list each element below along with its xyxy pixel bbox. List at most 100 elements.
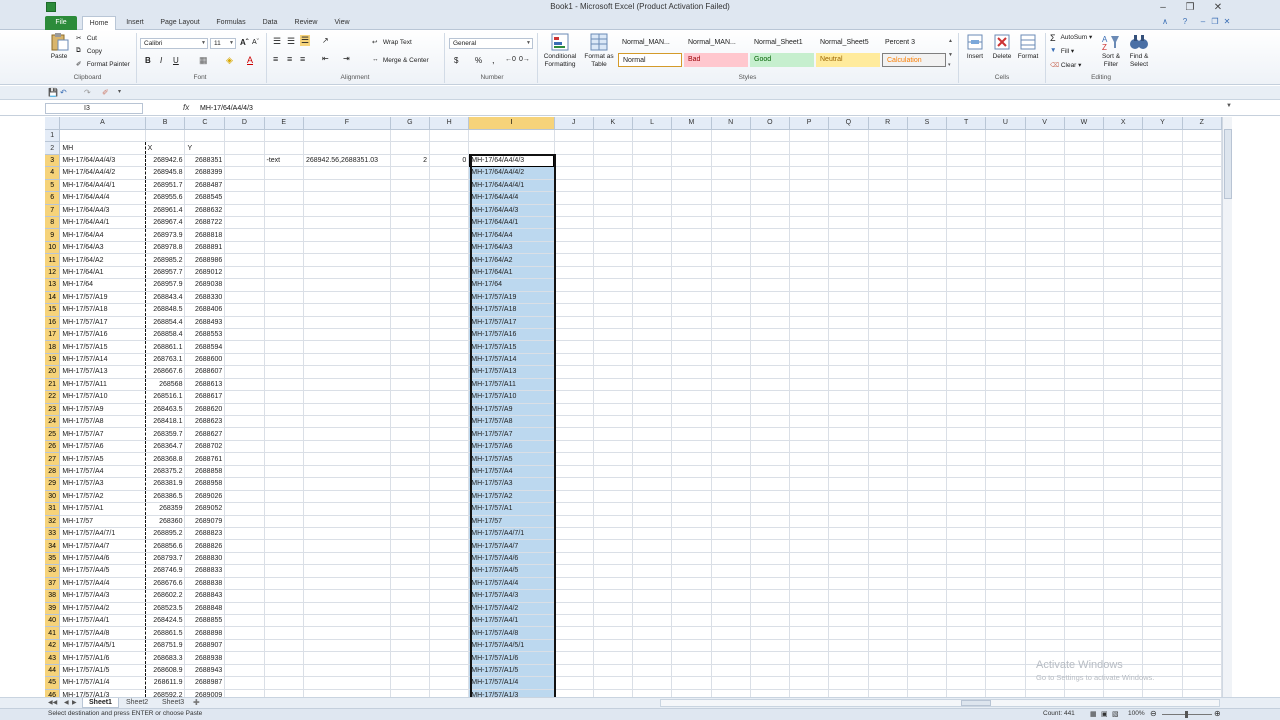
cell-e40[interactable] [264,614,304,628]
cell-p13[interactable] [789,278,830,292]
cell-h35[interactable] [429,552,470,566]
cell-l35[interactable] [632,552,673,566]
cell-k25[interactable] [593,427,634,441]
cell-f26[interactable] [303,440,391,454]
cell-j36[interactable] [554,564,594,578]
cell-m13[interactable] [671,278,712,292]
cell-k13[interactable] [593,278,634,292]
cell-m42[interactable] [671,639,712,653]
cell-u35[interactable] [985,552,1026,566]
cell-s19[interactable] [907,353,948,367]
cell-a27[interactable]: MH-17/57/A5 [59,452,146,466]
cell-x14[interactable] [1103,291,1144,305]
cell-t30[interactable] [946,490,987,504]
column-header-s[interactable]: S [907,117,948,130]
cell-n10[interactable] [711,241,751,255]
cell-r7[interactable] [868,204,908,218]
column-header-y[interactable]: Y [1142,117,1183,130]
cell-j18[interactable] [554,340,594,354]
cell-z12[interactable] [1182,266,1222,280]
row-header[interactable]: 28 [45,465,61,479]
cell-m44[interactable] [671,664,712,678]
cell-a8[interactable]: MH-17/64/A4/1 [59,216,146,230]
cell-f25[interactable] [303,427,391,441]
paste-button[interactable]: Paste [47,33,71,61]
cell-v24[interactable] [1025,415,1065,429]
wrap-text-button[interactable]: ↩ Wrap Text [372,38,412,47]
cell-n16[interactable] [711,316,751,329]
cell-t43[interactable] [946,651,987,665]
cell-t4[interactable] [946,166,987,180]
cell-n28[interactable] [711,465,751,479]
tab-home[interactable]: Home [82,16,116,31]
cell-k36[interactable] [593,564,634,578]
cell-o35[interactable] [750,552,791,566]
cell-x40[interactable] [1103,614,1144,628]
cell-a32[interactable]: MH-17/57 [59,515,146,528]
cell-t7[interactable] [946,204,987,218]
cell-r45[interactable] [868,676,908,690]
cell-t34[interactable] [946,539,987,553]
cell-m5[interactable] [671,179,712,193]
redo-icon[interactable]: ↷ [84,88,91,97]
cell-o27[interactable] [750,452,791,466]
format-painter-button[interactable]: ✐ Format Painter [76,60,130,69]
cell-o18[interactable] [750,340,791,354]
column-header-b[interactable]: B [145,117,186,130]
cell-r31[interactable] [868,502,908,516]
cell-f37[interactable] [303,577,391,591]
row-header[interactable]: 10 [45,241,61,255]
cell-q36[interactable] [828,564,869,578]
cell-l25[interactable] [632,427,673,441]
cell-t3[interactable] [946,154,987,168]
cell-l34[interactable] [632,539,673,553]
cell-t15[interactable] [946,303,987,317]
prev-sheet-icon[interactable]: ◀ [64,699,69,706]
cell-b5[interactable]: 268951.7 [145,179,186,193]
cell-v2[interactable] [1025,141,1065,155]
cell-o39[interactable] [750,602,791,616]
cell-k12[interactable] [593,266,634,280]
cell-q28[interactable] [828,465,869,479]
cell-y19[interactable] [1142,353,1183,367]
undo-icon[interactable]: ↶ [60,88,67,97]
cell-a9[interactable]: MH-17/64/A4 [59,228,146,242]
cell-m46[interactable] [671,689,712,697]
cell-c6[interactable]: 2688545 [184,191,226,205]
cell-m30[interactable] [671,490,712,504]
cell-d20[interactable] [224,365,265,379]
cell-y38[interactable] [1142,589,1183,603]
cell-f39[interactable] [303,602,391,616]
cell-f5[interactable] [303,179,391,193]
cell-g22[interactable] [390,390,431,404]
cell-p7[interactable] [789,204,830,218]
cell-j27[interactable] [554,452,594,466]
cell-c40[interactable]: 2688855 [184,614,226,628]
cell-m21[interactable] [671,378,712,392]
cell-d12[interactable] [224,266,265,280]
cell-n36[interactable] [711,564,751,578]
cell-s9[interactable] [907,228,948,242]
cell-u39[interactable] [985,602,1026,616]
cell-p3[interactable] [789,154,830,168]
fx-icon[interactable]: fx [183,103,189,112]
cell-i2[interactable] [468,141,555,155]
cell-l19[interactable] [632,353,673,367]
cell-d26[interactable] [224,440,265,454]
cell-t22[interactable] [946,390,987,404]
cell-g21[interactable] [390,378,431,392]
cell-o46[interactable] [750,689,791,697]
cell-h15[interactable] [429,303,470,317]
cell-l45[interactable] [632,676,673,690]
cell-j46[interactable] [554,689,594,697]
cell-w41[interactable] [1064,626,1105,640]
cell-n11[interactable] [711,253,751,267]
cell-r25[interactable] [868,427,908,441]
cell-n41[interactable] [711,626,751,640]
cell-q25[interactable] [828,427,869,441]
italic-button[interactable]: I [160,56,162,65]
cell-r35[interactable] [868,552,908,566]
cell-u18[interactable] [985,340,1026,354]
cell-y25[interactable] [1142,427,1183,441]
cell-r46[interactable] [868,689,908,697]
